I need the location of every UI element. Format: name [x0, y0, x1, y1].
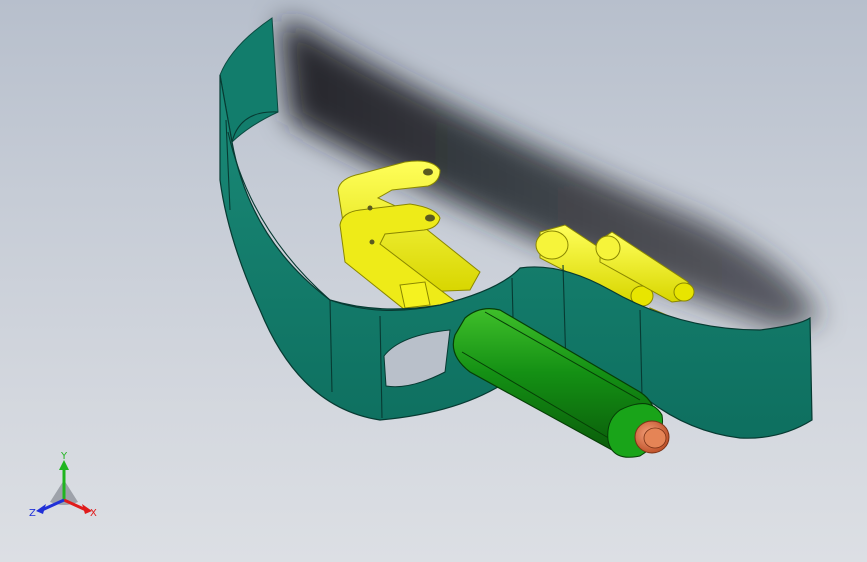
pin-left-head [535, 230, 569, 260]
3d-model-view[interactable] [0, 0, 867, 562]
end-cap-face [643, 427, 667, 449]
z-axis-arrow [36, 504, 46, 514]
pin-right-end [673, 282, 695, 302]
plate-foot [399, 281, 431, 309]
plate-hole [367, 205, 373, 211]
z-axis-label: Z [29, 508, 36, 519]
plate-hole [425, 214, 435, 222]
pin-right-head [595, 235, 621, 261]
plate-hole [423, 168, 433, 176]
plate-hole [369, 239, 375, 245]
y-axis-label: Y [60, 451, 68, 462]
orientation-triad[interactable]: Y X Z [24, 448, 104, 526]
x-axis-label: X [90, 508, 97, 519]
cad-viewport[interactable]: Y X Z [0, 0, 867, 562]
